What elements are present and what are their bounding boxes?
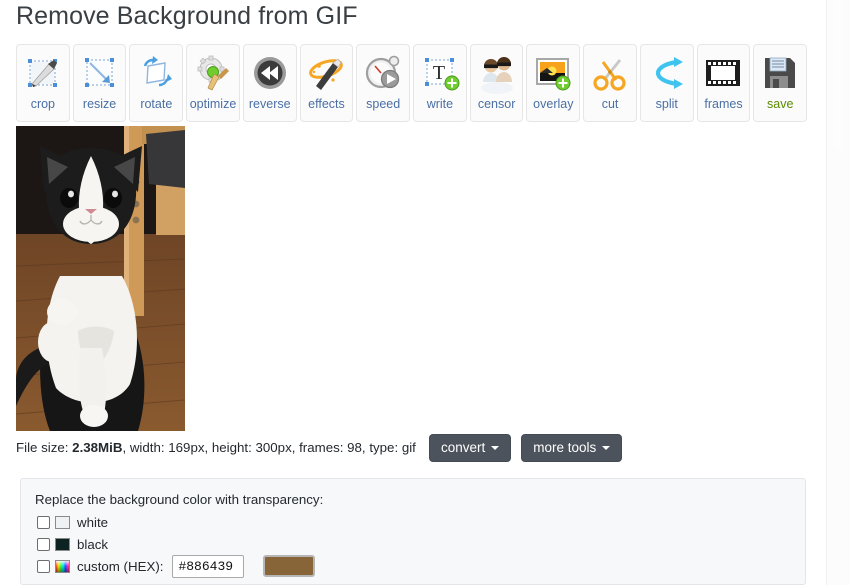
white-color-swatch [55, 515, 70, 529]
white-option-label: white [77, 514, 109, 530]
file-info: File size: 2.38MiB, width: 169px, height… [16, 438, 416, 457]
toolbar-item-label: write [426, 97, 454, 111]
toolbar-item-label: frames [704, 97, 743, 111]
white-checkbox[interactable] [37, 515, 50, 529]
background-options-panel: Replace the background color with transp… [20, 478, 806, 585]
page-scrollbar[interactable] [826, 0, 850, 585]
overlay-icon [532, 52, 574, 94]
toolbar-item-reverse[interactable]: reverse [242, 44, 297, 122]
toolbar-item-censor[interactable]: censor [469, 44, 524, 122]
page-root: Remove Background from GIF crop resize r… [0, 0, 850, 585]
resize-icon [79, 52, 121, 94]
save-icon [759, 52, 801, 94]
toolbar-item-cut[interactable]: cut [583, 44, 637, 122]
toolbar-item-optimize[interactable]: optimize [186, 44, 240, 122]
convert-button-label: convert [441, 440, 486, 455]
file-info-rest: , width: 169px, height: 300px, frames: 9… [122, 440, 416, 455]
crop-icon [22, 52, 64, 94]
toolbar-item-label: optimize [189, 97, 237, 111]
toolbar-item-write[interactable]: T write [413, 44, 467, 122]
gif-preview-image[interactable] [16, 126, 185, 431]
black-option-label: black [77, 536, 109, 552]
custom-color-preview[interactable] [263, 555, 316, 577]
action-button-row: convert more tools [429, 434, 623, 462]
toolbar-item-label: crop [30, 97, 56, 111]
censor-icon [476, 52, 518, 94]
toolbar-item-label: speed [366, 97, 401, 111]
toolbar-item-rotate[interactable]: rotate [129, 44, 184, 122]
more-tools-button-label: more tools [533, 440, 597, 455]
toolbar-item-save[interactable]: save [753, 44, 808, 122]
black-checkbox[interactable] [37, 537, 50, 551]
option-row-white: white [37, 511, 108, 533]
convert-button[interactable]: convert [429, 434, 512, 462]
reverse-icon [249, 52, 291, 94]
more-tools-button[interactable]: more tools [521, 434, 623, 462]
chevron-down-icon [602, 445, 611, 450]
toolbar-item-label: split [655, 97, 678, 111]
rotate-icon [135, 52, 177, 94]
toolbar-item-resize[interactable]: resize [72, 44, 127, 122]
frames-icon [702, 52, 744, 94]
toolbar-item-label: overlay [533, 97, 574, 111]
chevron-down-icon [491, 445, 500, 450]
toolbar-item-crop[interactable]: crop [16, 44, 70, 122]
split-icon [646, 52, 688, 94]
hex-color-input[interactable] [172, 554, 245, 578]
optimize-icon [192, 52, 234, 94]
editor-toolbar: crop resize rotate optimize reverse effe… [16, 44, 808, 122]
toolbar-item-effects[interactable]: effects [299, 44, 354, 122]
page-title: Remove Background from GIF [16, 2, 358, 30]
speed-icon [362, 52, 404, 94]
effects-icon [305, 52, 347, 94]
black-color-swatch [55, 537, 70, 551]
toolbar-item-overlay[interactable]: overlay [526, 44, 581, 122]
scrollbar-thumb[interactable] [833, 0, 844, 150]
cut-icon [589, 52, 631, 94]
options-panel-title: Replace the background color with transp… [35, 492, 324, 507]
write-icon: T [419, 52, 461, 94]
custom-checkbox[interactable] [37, 559, 50, 573]
toolbar-item-label: rotate [140, 97, 173, 111]
toolbar-item-label: save [767, 97, 794, 111]
toolbar-item-label: censor [477, 97, 516, 111]
file-size-label: File size: [16, 440, 69, 455]
toolbar-item-split[interactable]: split [639, 44, 694, 122]
toolbar-item-frames[interactable]: frames [696, 44, 751, 122]
toolbar-item-label: effects [308, 97, 345, 111]
toolbar-item-label: cut [601, 97, 619, 111]
toolbar-item-speed[interactable]: speed [356, 44, 411, 122]
custom-option-label: custom (HEX): [77, 558, 164, 574]
option-row-black: black [37, 533, 108, 555]
toolbar-item-label: reverse [248, 97, 291, 111]
svg-text:T: T [433, 62, 445, 84]
toolbar-item-label: resize [82, 97, 117, 111]
option-row-custom: custom (HEX): [37, 554, 316, 578]
file-size-value: 2.38MiB [72, 440, 123, 455]
color-picker-icon[interactable] [55, 559, 70, 573]
